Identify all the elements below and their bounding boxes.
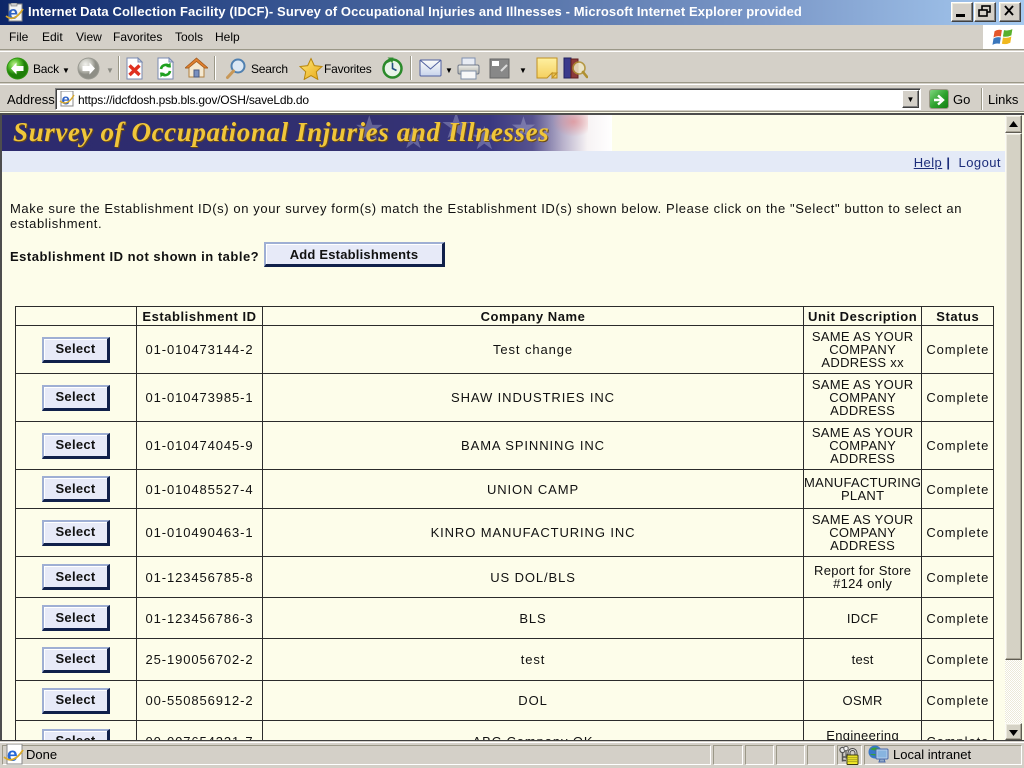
svg-text:e: e — [7, 745, 18, 765]
svg-text:e: e — [8, 3, 18, 22]
svg-text:e: e — [62, 92, 70, 108]
